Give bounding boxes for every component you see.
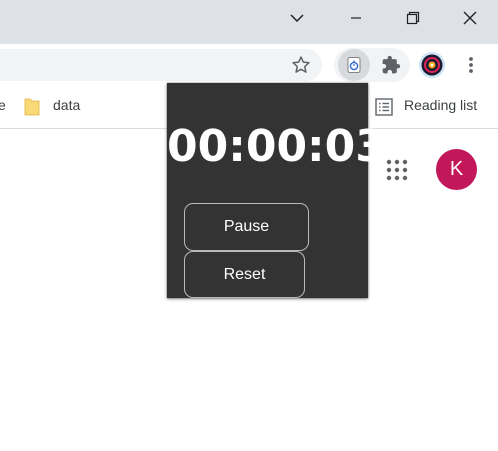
account-avatar[interactable]: K xyxy=(436,149,477,190)
extensions-button[interactable] xyxy=(378,53,404,77)
bookmark-star-button[interactable] xyxy=(289,53,313,77)
browser-window: e data Reading list K 00:00:03 Pause Res… xyxy=(0,0,498,451)
minimize-button[interactable] xyxy=(333,0,379,36)
bookmark-partial-label[interactable]: e xyxy=(0,97,6,113)
minimize-icon xyxy=(351,17,361,19)
reading-list-button[interactable]: Reading list xyxy=(372,93,492,121)
apps-grid-icon xyxy=(386,159,408,181)
close-icon xyxy=(463,11,477,25)
profile-avatar-icon xyxy=(419,52,445,78)
reading-list-icon xyxy=(375,98,393,116)
apps-button[interactable] xyxy=(385,158,409,182)
bookmark-folder-data[interactable]: data xyxy=(22,93,92,121)
reading-list-label: Reading list xyxy=(404,97,478,113)
bookmark-folder-label: data xyxy=(53,97,81,113)
avatar-letter: K xyxy=(449,158,464,180)
stopwatch-popup: 00:00:03 Pause Reset xyxy=(167,83,386,298)
chrome-menu-button[interactable] xyxy=(460,53,482,77)
stopwatch-icon xyxy=(347,57,361,73)
tab-search-button[interactable] xyxy=(274,0,320,36)
title-bar xyxy=(0,0,498,44)
kebab-menu-icon xyxy=(469,57,473,73)
profile-button[interactable] xyxy=(418,51,446,79)
timer-display: 00:00:03 xyxy=(167,121,386,172)
folder-icon xyxy=(24,98,40,116)
address-bar[interactable] xyxy=(0,49,322,81)
close-window-button[interactable] xyxy=(447,0,493,36)
chevron-down-icon xyxy=(290,14,304,23)
star-icon xyxy=(292,56,310,73)
stopwatch-extension-button[interactable] xyxy=(338,49,370,81)
pause-button[interactable]: Pause xyxy=(184,203,309,251)
puzzle-icon xyxy=(382,55,401,74)
restore-button[interactable] xyxy=(390,0,436,36)
restore-icon xyxy=(406,11,420,25)
toolbar xyxy=(0,44,498,86)
reset-button[interactable]: Reset xyxy=(184,251,305,298)
